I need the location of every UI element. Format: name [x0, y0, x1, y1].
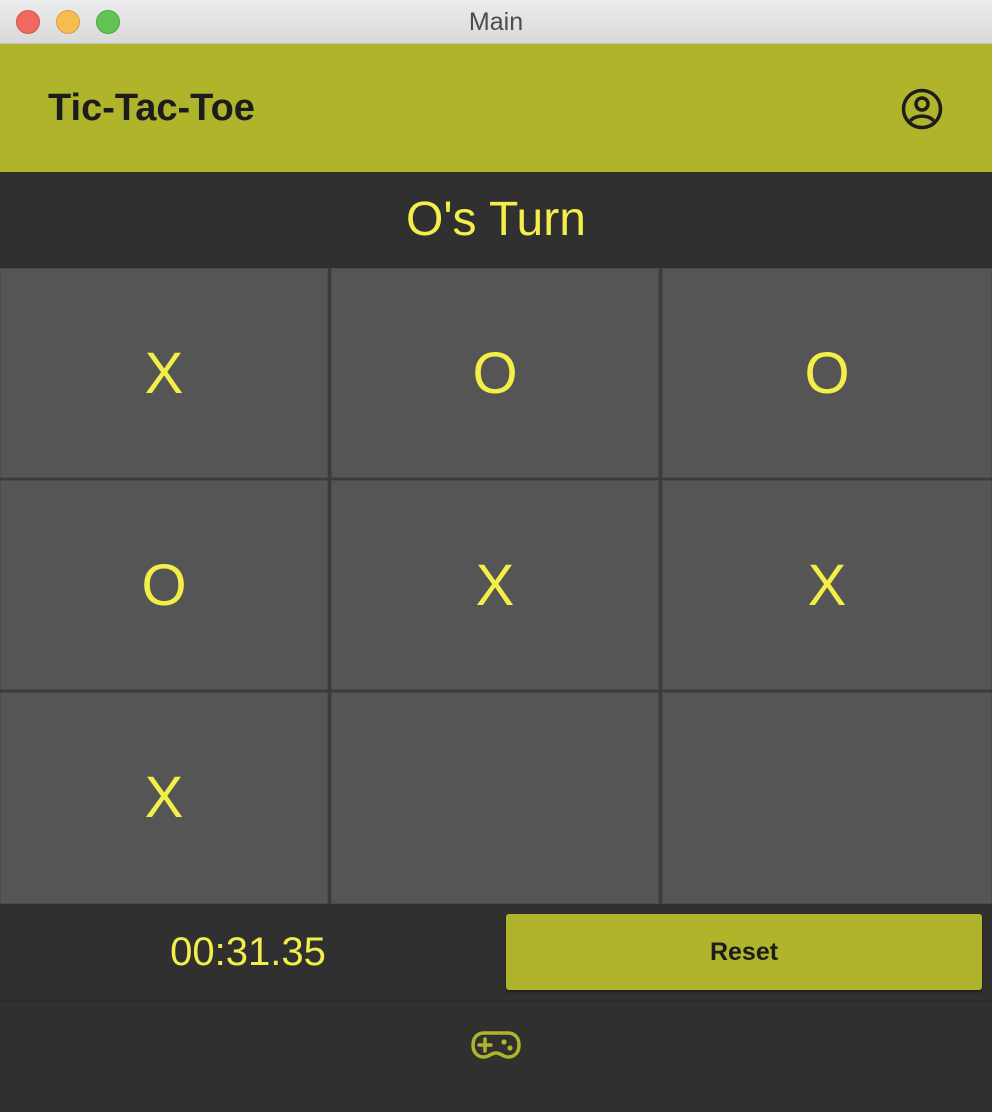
gamepad-icon [471, 1031, 521, 1059]
bottom-navigation [0, 1000, 992, 1112]
title-bar[interactable]: Main [0, 0, 992, 44]
board-cell-7[interactable]: X [0, 692, 328, 904]
turn-indicator: O's Turn [0, 172, 992, 268]
board-cell-2[interactable]: O [331, 268, 659, 478]
game-timer: 00:31.35 [170, 930, 326, 974]
reset-button[interactable]: Reset [506, 914, 982, 990]
nav-game-button[interactable] [470, 1023, 522, 1067]
board-cell-8[interactable] [331, 692, 659, 904]
board-cell-1[interactable]: X [0, 268, 328, 478]
board-cell-5[interactable]: X [331, 480, 659, 690]
board-cell-9[interactable] [662, 692, 992, 904]
app-bar: Tic-Tac-Toe [0, 44, 992, 172]
game-board: X O O O X X X [0, 268, 992, 904]
board-cell-6[interactable]: X [662, 480, 992, 690]
board-cell-4[interactable]: O [0, 480, 328, 690]
board-cell-3[interactable]: O [662, 268, 992, 478]
app-title: Tic-Tac-Toe [48, 87, 255, 129]
window-title: Main [468, 8, 524, 36]
app-window: Main Tic-Tac-Toe O's Turn X O O O X X X … [0, 0, 992, 1112]
account-circle-icon [901, 88, 943, 130]
controls-bar: 00:31.35 Reset [0, 904, 992, 1000]
account-button[interactable] [900, 87, 944, 131]
